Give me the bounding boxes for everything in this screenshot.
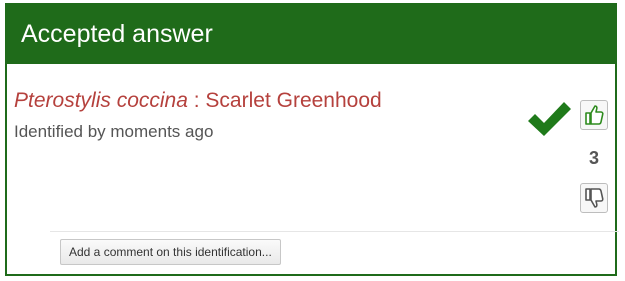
vote-count: 3 — [588, 148, 599, 168]
checkmark-icon — [528, 102, 571, 136]
identified-by-text: Identified by moments ago — [14, 122, 214, 141]
thumbs-down-icon — [585, 188, 604, 208]
divider — [50, 231, 619, 232]
downvote-button[interactable] — [580, 183, 608, 213]
species-latin-name[interactable]: Pterostylis coccina — [14, 89, 188, 112]
species-name: Pterostylis coccina : Scarlet Greenhood — [14, 89, 382, 113]
upvote-button[interactable] — [580, 100, 608, 130]
add-comment-button[interactable]: Add a comment on this identification... — [60, 239, 281, 265]
thumbs-up-icon — [585, 105, 604, 125]
panel-header: Accepted answer — [7, 5, 615, 64]
species-common-name[interactable]: Scarlet Greenhood — [205, 89, 381, 112]
species-separator: : — [187, 89, 206, 112]
